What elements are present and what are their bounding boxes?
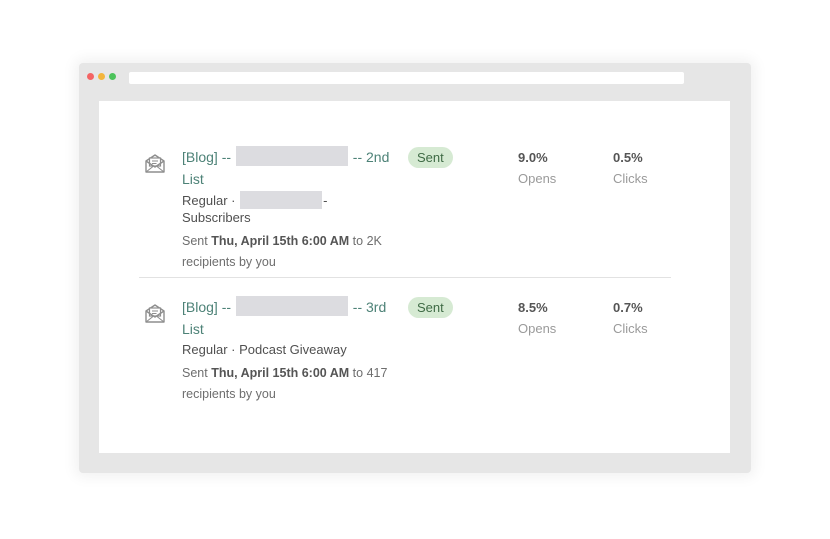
campaign-info: [Blog] -- -- 2nd List Regular · - Subscr… (182, 146, 397, 273)
clicks-stat: 0.7% Clicks (613, 299, 648, 338)
meta-prefix: Regular · (182, 193, 236, 208)
clicks-label: Clicks (613, 171, 648, 186)
campaign-sent-info: Sent Thu, April 15th 6:00 AM to 2K recip… (182, 231, 397, 273)
opens-label: Opens (518, 171, 557, 186)
title-suffix: -- 2nd (352, 149, 390, 165)
minimize-dot[interactable] (98, 73, 105, 80)
browser-window: [Blog] -- -- 2nd List Regular · - Subscr… (79, 63, 751, 473)
row-divider (139, 277, 671, 278)
sent-date: Thu, April 15th 6:00 AM (211, 366, 350, 380)
opens-value: 8.5% (518, 300, 548, 315)
opens-label: Opens (518, 321, 557, 336)
close-dot[interactable] (87, 73, 94, 80)
title-suffix: -- 3rd (352, 299, 387, 315)
redacted-text (235, 296, 348, 316)
clicks-stat: 0.5% Clicks (613, 149, 648, 188)
address-bar[interactable] (129, 72, 684, 84)
title-prefix: [Blog] -- (182, 149, 232, 165)
envelope-open-icon (145, 154, 165, 173)
sent-prefix: Sent (182, 366, 208, 380)
redacted-text (240, 191, 323, 209)
opens-value: 9.0% (518, 150, 548, 165)
campaign-list: [Blog] -- -- 2nd List Regular · - Subscr… (99, 101, 730, 453)
campaign-row[interactable]: [Blog] -- -- 3rd List Regular · Podcast … (139, 291, 671, 421)
sent-date: Thu, April 15th 6:00 AM (211, 234, 350, 248)
clicks-value: 0.5% (613, 150, 643, 165)
sent-by: recipients by you (182, 387, 276, 401)
title-line2: List (182, 171, 204, 187)
campaign-info: [Blog] -- -- 3rd List Regular · Podcast … (182, 296, 397, 405)
sent-by: recipients by you (182, 255, 276, 269)
status-badge: Sent (408, 297, 453, 318)
envelope-open-icon (145, 304, 165, 323)
clicks-value: 0.7% (613, 300, 643, 315)
title-line2: List (182, 321, 204, 337)
redacted-text (235, 146, 348, 166)
opens-stat: 9.0% Opens (518, 149, 556, 188)
opens-stat: 8.5% Opens (518, 299, 556, 338)
title-prefix: [Blog] -- (182, 299, 232, 315)
sent-recipients: to 2K (352, 234, 382, 248)
campaign-meta: Regular · Podcast Giveaway (182, 342, 347, 357)
window-controls (87, 73, 116, 80)
sent-recipients: to 417 (352, 366, 388, 380)
clicks-label: Clicks (613, 321, 648, 336)
campaign-title[interactable]: [Blog] -- -- 2nd List (182, 146, 397, 190)
campaign-sent-info: Sent Thu, April 15th 6:00 AM to 417 reci… (182, 363, 397, 405)
campaign-title[interactable]: [Blog] -- -- 3rd List (182, 296, 397, 340)
sent-prefix: Sent (182, 234, 208, 248)
status-badge: Sent (408, 147, 453, 168)
campaign-row[interactable]: [Blog] -- -- 2nd List Regular · - Subscr… (139, 141, 671, 271)
campaign-meta: Regular · - Subscribers (182, 191, 397, 226)
maximize-dot[interactable] (109, 73, 116, 80)
